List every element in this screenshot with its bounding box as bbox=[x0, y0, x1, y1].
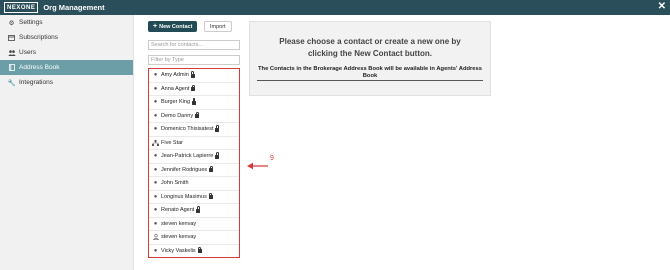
book-icon bbox=[7, 64, 16, 71]
app-logo: NEXONE bbox=[4, 2, 39, 13]
import-button[interactable]: Import bbox=[204, 21, 232, 32]
contact-name: Anna Agent bbox=[161, 85, 190, 92]
contact-name: Jean-Patrick Lapierre bbox=[161, 153, 214, 160]
sidebar-item-integrations[interactable]: 🔧 Integrations bbox=[0, 75, 133, 90]
user-circle-icon: ● bbox=[153, 207, 158, 214]
plus-icon: + bbox=[153, 23, 158, 30]
contact-name: Amy Admin bbox=[161, 72, 189, 79]
contact-name: steven kenvay bbox=[161, 220, 197, 227]
empty-state-subtext: The Contacts in the Brokerage Address Bo… bbox=[257, 66, 483, 81]
lock-icon bbox=[191, 84, 196, 92]
sidebar: ⚙ Settings Subscriptions Users Address B… bbox=[0, 15, 134, 270]
user-circle-icon: ● bbox=[153, 220, 158, 227]
user-circle-icon: ● bbox=[153, 153, 158, 160]
user-circle-icon: ● bbox=[153, 180, 158, 187]
contact-item[interactable]: ● Renato Agent bbox=[149, 204, 239, 218]
sidebar-item-settings[interactable]: ⚙ Settings bbox=[0, 15, 133, 30]
sidebar-item-label: Address Book bbox=[19, 64, 60, 71]
contact-item[interactable]: ● Amy Admin bbox=[149, 69, 239, 83]
card-icon bbox=[7, 34, 16, 41]
contact-item[interactable]: ● Vicky Vaskelis bbox=[149, 245, 239, 258]
lock-icon bbox=[208, 192, 213, 200]
gear-icon: ⚙ bbox=[8, 19, 15, 27]
contact-item[interactable]: ● Burger King bbox=[149, 96, 239, 110]
contact-item[interactable]: ● Jennifer Rodrigues bbox=[149, 164, 239, 177]
org-tree-icon bbox=[152, 139, 159, 146]
user-circle-icon: ● bbox=[153, 72, 158, 79]
annotation-arrow-icon bbox=[247, 162, 268, 170]
user-circle-icon: ● bbox=[153, 247, 158, 254]
sidebar-item-label: Integrations bbox=[19, 79, 53, 86]
user-circle-icon: ● bbox=[153, 166, 158, 173]
contact-name: John Smith bbox=[161, 180, 189, 187]
contact-name: Vicky Vaskelis bbox=[161, 247, 196, 254]
search-input[interactable]: Search for contacts... bbox=[148, 40, 240, 50]
contact-item[interactable]: steven kenvay bbox=[149, 231, 239, 245]
contact-name: Longinus Maximus bbox=[161, 193, 207, 200]
empty-state-panel: Please choose a contact or create a new … bbox=[249, 21, 491, 96]
lock-icon bbox=[192, 98, 197, 105]
annotation-number: 9 bbox=[270, 155, 274, 162]
lock-icon bbox=[195, 111, 200, 119]
lock-icon bbox=[196, 206, 201, 213]
lock-icon bbox=[190, 71, 195, 78]
lock-icon bbox=[215, 152, 220, 159]
lock-icon bbox=[197, 246, 202, 254]
user-circle-icon: ● bbox=[153, 193, 158, 200]
title-bar: NEXONE Org Management ✕ bbox=[0, 0, 670, 15]
contact-item[interactable]: Five Star bbox=[149, 137, 239, 150]
sidebar-item-users[interactable]: Users bbox=[0, 45, 133, 60]
user-circle-icon: ● bbox=[153, 85, 158, 92]
new-contact-button[interactable]: + New Contact bbox=[148, 21, 198, 32]
contact-list: ● Amy Admin ● Anna Agent ● Burger King ● Dem… bbox=[148, 68, 240, 258]
user-circle-icon: ● bbox=[153, 99, 158, 106]
contact-name: Demo Danny bbox=[161, 112, 194, 119]
main-content: + New Contact Import Search for contacts… bbox=[134, 15, 670, 270]
user-outline-icon bbox=[152, 234, 159, 241]
filter-select[interactable]: Filter by Type bbox=[148, 55, 240, 65]
contact-name: steven kenvay bbox=[161, 234, 197, 241]
contact-item[interactable]: ● John Smith bbox=[149, 177, 239, 191]
contact-item[interactable]: ● Demo Danny bbox=[149, 110, 239, 123]
sidebar-item-address-book[interactable]: Address Book bbox=[0, 60, 133, 75]
contact-name: Jennifer Rodrigues bbox=[161, 166, 208, 173]
sidebar-item-label: Subscriptions bbox=[19, 34, 59, 41]
close-icon[interactable]: ✕ bbox=[658, 1, 666, 13]
contact-item[interactable]: ● Jean-Patrick Lapierre bbox=[149, 150, 239, 164]
wrench-icon: 🔧 bbox=[7, 79, 16, 87]
sidebar-item-label: Settings bbox=[19, 19, 43, 26]
contact-name: Renato Agent bbox=[161, 207, 195, 214]
new-contact-label: New Contact bbox=[159, 23, 193, 30]
contact-name: Burger King bbox=[161, 99, 191, 106]
empty-state-heading: Please choose a contact or create a new … bbox=[279, 37, 461, 58]
user-circle-icon: ● bbox=[153, 126, 158, 133]
lock-icon bbox=[215, 125, 220, 132]
sidebar-item-subscriptions[interactable]: Subscriptions bbox=[0, 30, 133, 45]
sidebar-item-label: Users bbox=[19, 49, 36, 56]
contact-item[interactable]: ● Longinus Maximus bbox=[149, 191, 239, 204]
contact-item[interactable]: ● Domenico Thisisatest bbox=[149, 123, 239, 137]
user-circle-icon: ● bbox=[153, 112, 158, 119]
app-title: Org Management bbox=[43, 3, 105, 12]
lock-icon bbox=[209, 165, 214, 173]
contact-name: Five Star bbox=[161, 139, 184, 146]
contact-item[interactable]: ● Anna Agent bbox=[149, 83, 239, 96]
contact-name: Domenico Thisisatest bbox=[161, 126, 214, 133]
contact-item[interactable]: ● steven kenvay bbox=[149, 218, 239, 231]
users-icon bbox=[7, 49, 16, 56]
